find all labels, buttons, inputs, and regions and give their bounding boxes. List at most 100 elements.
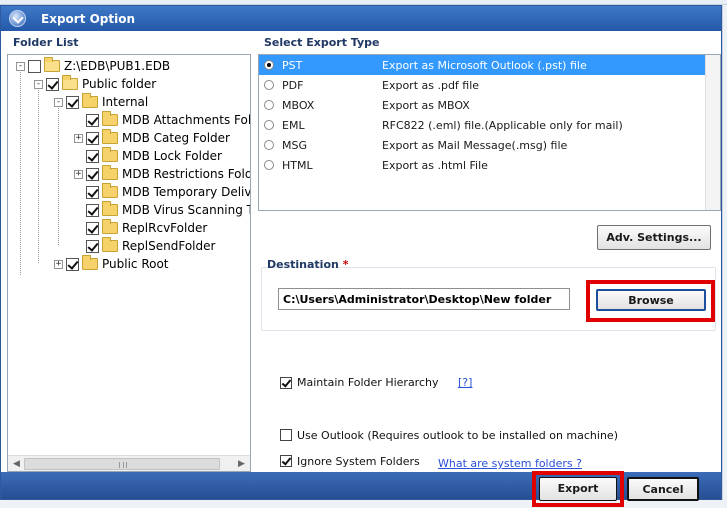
tree-checkbox[interactable] xyxy=(86,167,99,181)
export-option-html[interactable]: HTML Export as .html File xyxy=(259,155,705,175)
folder-icon xyxy=(102,111,118,126)
tree-checkbox[interactable] xyxy=(28,59,41,73)
radio-button[interactable] xyxy=(264,100,274,110)
folder-icon xyxy=(82,93,98,108)
export-option-msg[interactable]: MSG Export as Mail Message(.msg) file xyxy=(259,135,705,155)
export-type-label: Select Export Type xyxy=(264,36,380,49)
folder-stack-icon xyxy=(62,75,78,90)
tree-item-mdb-attachments[interactable]: MDB Attachments Folde xyxy=(86,111,251,129)
export-button[interactable]: Export xyxy=(539,477,617,501)
scroll-left-icon[interactable]: ◀ xyxy=(9,457,24,471)
collapse-icon[interactable]: - xyxy=(16,61,25,71)
vertical-scrollbar[interactable] xyxy=(705,55,720,210)
help-link[interactable]: [?] xyxy=(458,376,472,389)
destination-path-input[interactable]: C:\Users\Administrator\Desktop\New folde… xyxy=(278,288,570,310)
folder-icon xyxy=(102,129,118,144)
tree-item-label: ReplRcvFolder xyxy=(122,221,208,235)
tree-checkbox[interactable] xyxy=(86,149,99,163)
collapse-icon[interactable]: - xyxy=(34,79,43,89)
grip-icon xyxy=(119,462,127,468)
scroll-thumb[interactable] xyxy=(24,458,220,470)
required-mark: * xyxy=(342,258,349,271)
tree-item-label: Internal xyxy=(102,95,149,109)
use-outlook-checkbox[interactable] xyxy=(280,429,292,441)
maintain-hierarchy-checkbox[interactable] xyxy=(280,377,292,389)
tree-connector xyxy=(38,87,39,263)
export-option-eml[interactable]: EML RFC822 (.eml) file.(Applicable only … xyxy=(259,115,705,135)
folder-icon xyxy=(102,237,118,252)
tree-connector xyxy=(20,69,21,275)
export-description: Export as .pdf file xyxy=(382,79,480,92)
dialog-title: Export Option xyxy=(41,12,136,26)
folder-open-icon xyxy=(44,57,60,72)
tree-checkbox[interactable] xyxy=(86,239,99,253)
tree-item-label: MDB Virus Scanning Ter xyxy=(122,203,251,217)
folder-icon xyxy=(102,147,118,162)
export-description: Export as Mail Message(.msg) file xyxy=(382,139,568,152)
tree-item-mdb-virus[interactable]: MDB Virus Scanning Ter xyxy=(86,201,251,219)
tree-checkbox[interactable] xyxy=(66,257,79,271)
export-option-dialog: Export Option Folder List - Z:\EDB\PUB1.… xyxy=(0,5,722,507)
export-type-list[interactable]: PST Export as Microsoft Outlook (.pst) f… xyxy=(258,54,721,211)
radio-button[interactable] xyxy=(264,80,274,90)
expand-icon[interactable]: + xyxy=(54,259,63,269)
expand-icon[interactable]: + xyxy=(74,133,83,143)
tree-item-repl-rcv[interactable]: ReplRcvFolder xyxy=(86,219,207,237)
scroll-right-icon[interactable]: ▶ xyxy=(234,457,249,471)
maintain-hierarchy-label: Maintain Folder Hierarchy xyxy=(297,376,439,389)
tree-item-mdb-restrictions[interactable]: + MDB Restrictions Folder xyxy=(74,165,250,183)
title-bar[interactable]: Export Option xyxy=(1,6,721,31)
tree-item-root[interactable]: - Z:\EDB\PUB1.EDB xyxy=(16,57,170,75)
ignore-system-folders-label: Ignore System Folders xyxy=(297,455,420,468)
tree-item-label: MDB Temporary Delivery xyxy=(122,185,251,199)
folder-icon xyxy=(102,219,118,234)
radio-button[interactable] xyxy=(264,160,274,170)
export-description: Export as MBOX xyxy=(382,99,470,112)
tree-item-label: Public folder xyxy=(82,77,157,91)
tree-item-public-folder[interactable]: - Public folder xyxy=(34,75,156,93)
export-code: PDF xyxy=(282,79,304,92)
tree-checkbox[interactable] xyxy=(86,221,99,235)
tree-checkbox[interactable] xyxy=(46,77,59,91)
tree-item-mdb-categ[interactable]: + MDB Categ Folder xyxy=(74,129,230,147)
tree-checkbox[interactable] xyxy=(66,95,79,109)
browse-button[interactable]: Browse xyxy=(596,289,706,311)
ignore-system-folders-checkbox[interactable] xyxy=(280,455,292,467)
expand-icon[interactable]: + xyxy=(74,169,83,179)
destination-label: Destination * xyxy=(267,258,348,271)
collapse-icon[interactable]: - xyxy=(54,97,63,107)
radio-button[interactable] xyxy=(264,120,274,130)
export-option-pst[interactable]: PST Export as Microsoft Outlook (.pst) f… xyxy=(259,55,705,75)
export-option-mbox[interactable]: MBOX Export as MBOX xyxy=(259,95,705,115)
folder-list-label: Folder List xyxy=(13,36,79,49)
tree-checkbox[interactable] xyxy=(86,131,99,145)
tree-checkbox[interactable] xyxy=(86,185,99,199)
tree-item-internal[interactable]: - Internal xyxy=(54,93,148,111)
folder-icon xyxy=(102,165,118,180)
tree-item-label: MDB Lock Folder xyxy=(122,149,222,163)
radio-button[interactable] xyxy=(264,60,274,70)
tree-checkbox[interactable] xyxy=(86,113,99,127)
tree-item-public-root[interactable]: + Public Root xyxy=(54,255,169,273)
tree-item-label: Public Root xyxy=(102,257,169,271)
tree-item-mdb-lock[interactable]: MDB Lock Folder xyxy=(86,147,222,165)
radio-button[interactable] xyxy=(264,140,274,150)
cancel-button[interactable]: Cancel xyxy=(627,477,699,501)
app-logo-icon xyxy=(9,10,26,27)
folder-icon xyxy=(82,255,98,270)
system-folders-link[interactable]: What are system folders ? xyxy=(438,457,582,470)
export-code: MSG xyxy=(282,139,307,152)
export-code: MBOX xyxy=(282,99,315,112)
tree-item-label: Z:\EDB\PUB1.EDB xyxy=(64,59,171,73)
export-description: Export as Microsoft Outlook (.pst) file xyxy=(382,59,587,72)
tree-checkbox[interactable] xyxy=(86,203,99,217)
tree-connector xyxy=(58,105,59,245)
export-option-pdf[interactable]: PDF Export as .pdf file xyxy=(259,75,705,95)
horizontal-scrollbar[interactable]: ◀ ▶ xyxy=(8,455,250,471)
tree-item-label: ReplSendFolder xyxy=(122,239,216,253)
adv-settings-button[interactable]: Adv. Settings... xyxy=(597,225,711,250)
tree-item-repl-send[interactable]: ReplSendFolder xyxy=(86,237,215,255)
tree-item-mdb-temporary[interactable]: MDB Temporary Delivery xyxy=(86,183,251,201)
folder-tree[interactable]: - Z:\EDB\PUB1.EDB - Public folder - Inte… xyxy=(7,54,251,472)
tree-item-label: MDB Attachments Folde xyxy=(122,113,251,127)
